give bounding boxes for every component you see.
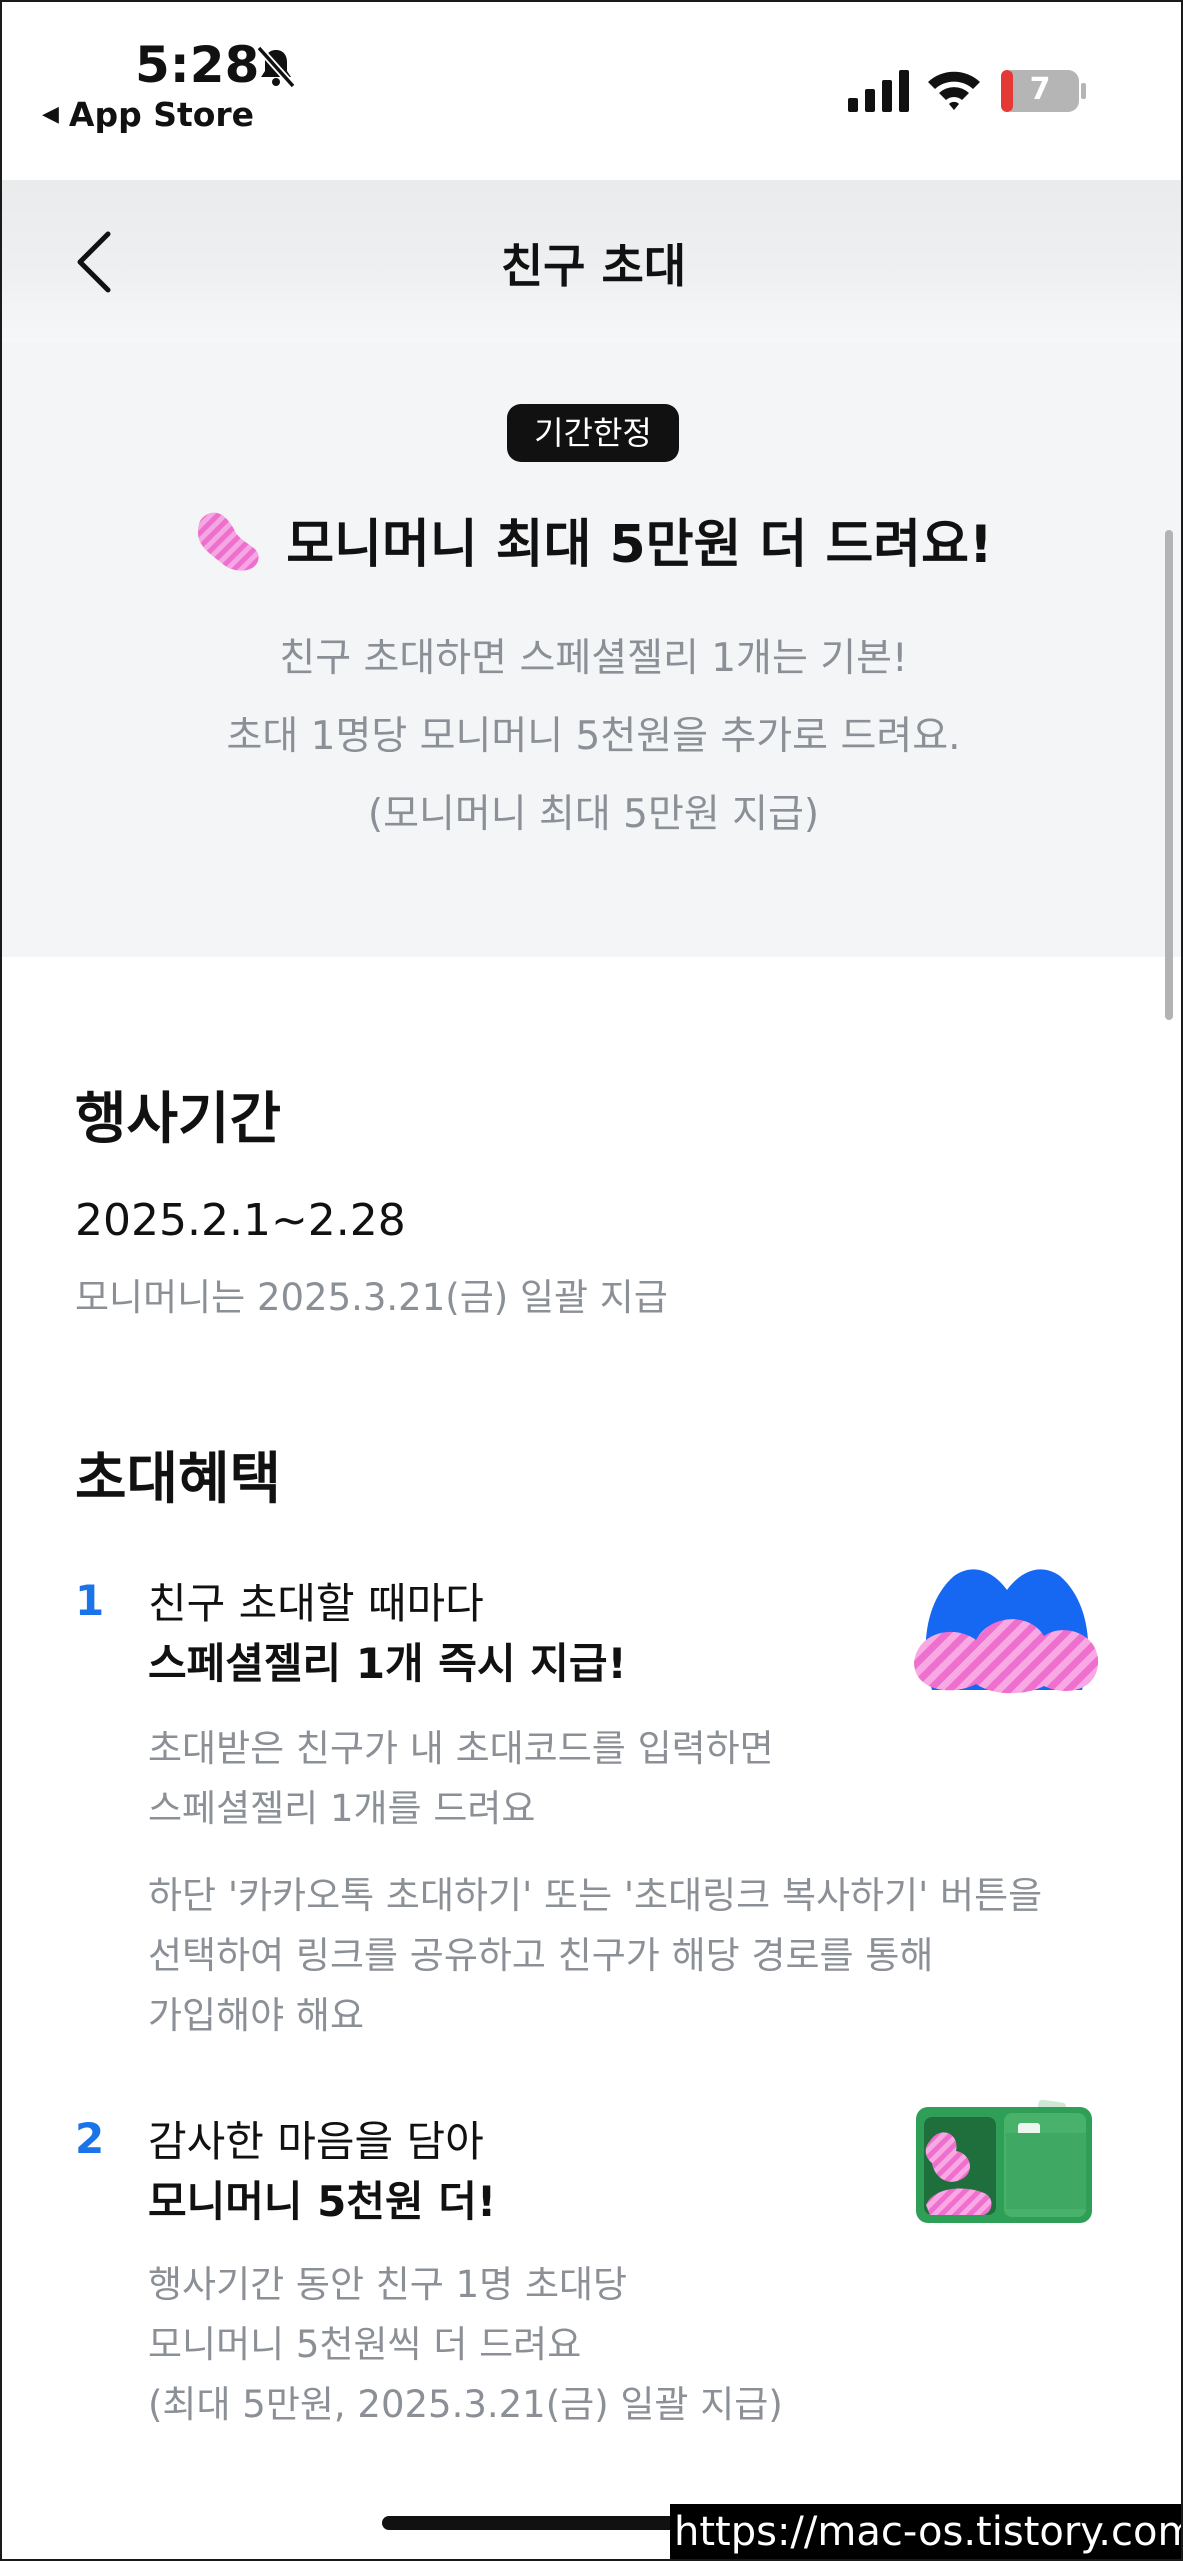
promo-banner: 기간한정 모니머니 최대 5만원 더 드려요! 친구 초대하면 스페셜젤리 1개… bbox=[2, 342, 1181, 957]
period-title: 행사기간 bbox=[75, 1087, 282, 1152]
back-to-app-store[interactable]: ◀ App Store bbox=[42, 95, 254, 134]
watermark: https://mac-os.tistory.com bbox=[670, 2504, 1181, 2559]
back-app-label: App Store bbox=[68, 95, 255, 134]
period-note: 모니머니는 2025.3.21(금) 일괄 지급 bbox=[75, 1276, 668, 1319]
promo-desc-line: 초대 1명당 모니머니 5천원을 추가로 드려요. bbox=[226, 714, 961, 759]
battery-level: 7 bbox=[1029, 72, 1051, 107]
benefit-description: 초대받은 친구가 내 초대코드를 입력하면 스페셜젤리 1개를 드려요 bbox=[148, 1719, 774, 1839]
screen: 5:28 ◀ App Store 7 친구 초대 기간한정 모니머니 최대 5만… bbox=[0, 0, 1183, 2561]
benefits-title: 초대혜택 bbox=[75, 1447, 282, 1512]
desc-line: 선택하여 링크를 공유하고 친구가 해당 경로를 통해 bbox=[148, 1934, 934, 1977]
benefit-number: 1 bbox=[75, 1576, 105, 1625]
benefit-condition: 하단 '카카오톡 초대하기' 또는 '초대링크 복사하기' 버튼을 선택하여 링… bbox=[148, 1866, 1042, 2046]
desc-line: 가입해야 해요 bbox=[148, 1994, 365, 2037]
wallet-illustration bbox=[916, 2099, 1092, 2223]
benefit-subtitle: 감사한 마음을 담아 bbox=[148, 2117, 484, 2166]
desc-line: 스페셜젤리 1개를 드려요 bbox=[148, 1787, 536, 1830]
benefit-subtitle: 친구 초대할 때마다 bbox=[148, 1579, 484, 1628]
wifi-icon bbox=[928, 71, 980, 110]
promo-desc-line: 친구 초대하면 스페셜젤리 1개는 기본! bbox=[279, 636, 908, 681]
desc-line: (최대 5만원, 2025.3.21(금) 일괄 지급) bbox=[148, 2383, 783, 2426]
signal-icon bbox=[848, 70, 909, 112]
promo-headline: 모니머니 최대 5만원 더 드려요! bbox=[2, 502, 1181, 577]
promo-title: 모니머니 최대 5만원 더 드려요! bbox=[286, 515, 993, 575]
nav-header: 친구 초대 bbox=[2, 180, 1181, 342]
back-triangle-icon: ◀ bbox=[42, 102, 59, 127]
bell-slash-icon bbox=[256, 45, 296, 89]
desc-line: 모니머니 5천원씩 더 드려요 bbox=[148, 2323, 582, 2366]
benefit-number: 2 bbox=[75, 2114, 105, 2163]
page-title: 친구 초대 bbox=[500, 239, 687, 293]
benefit-headline: 스페셜젤리 1개 즉시 지급! bbox=[148, 1639, 627, 1688]
benefit-headline: 모니머니 5천원 더! bbox=[148, 2177, 497, 2226]
period-date: 2025.2.1~2.28 bbox=[75, 1195, 406, 1246]
moni-jelly-illustration bbox=[914, 1569, 1099, 1694]
scrollbar[interactable] bbox=[1165, 530, 1173, 1020]
jelly-icon bbox=[198, 512, 259, 571]
desc-line: 하단 '카카오톡 초대하기' 또는 '초대링크 복사하기' 버튼을 bbox=[148, 1874, 1043, 1917]
promo-description: 친구 초대하면 스페셜젤리 1개는 기본! 초대 1명당 모니머니 5천원을 추… bbox=[2, 620, 1181, 854]
benefit-description: 행사기간 동안 친구 1명 초대당 모니머니 5천원씩 더 드려요 (최대 5만… bbox=[148, 2255, 783, 2435]
desc-line: 초대받은 친구가 내 초대코드를 입력하면 bbox=[148, 1727, 774, 1770]
limited-badge: 기간한정 bbox=[507, 404, 679, 462]
promo-desc-line: (모니머니 최대 5만원 지급) bbox=[367, 792, 820, 837]
desc-line: 행사기간 동안 친구 1명 초대당 bbox=[148, 2263, 628, 2306]
status-time: 5:28 bbox=[135, 36, 260, 94]
